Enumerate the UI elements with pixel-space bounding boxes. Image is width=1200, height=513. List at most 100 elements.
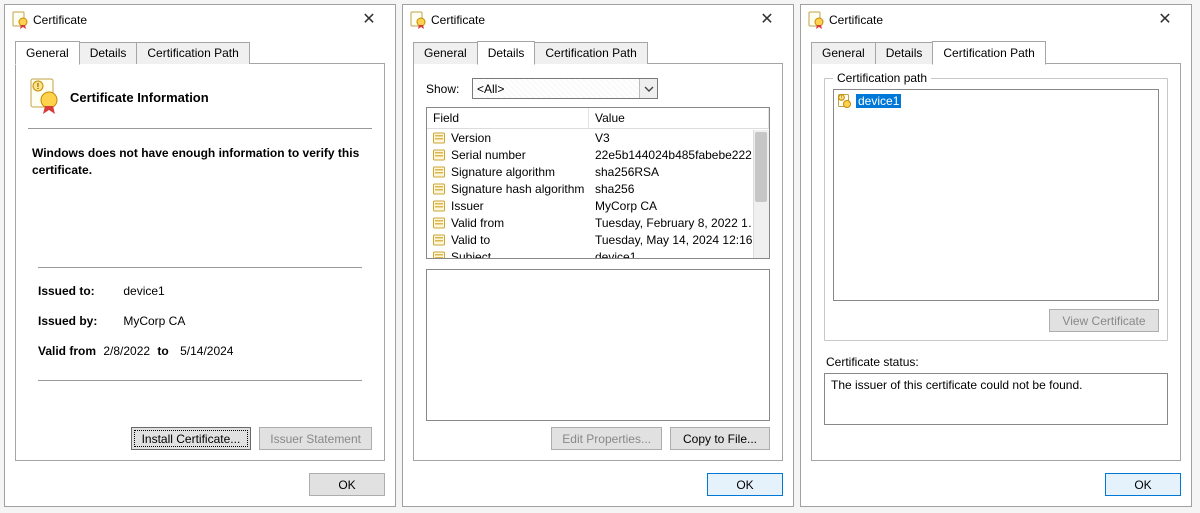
tabstrip: General Details Certification Path [801,41,1191,64]
field-name: Subject [451,250,491,259]
show-filter-row: Show: <All> [426,78,770,99]
fields-listview[interactable]: Field Value Version V3 Serial number 22e5b1… [426,107,770,259]
certificate-status-section: Certificate status: The issuer of this c… [824,353,1168,425]
titlebar: Certificate ✕ [403,5,793,35]
tree-node[interactable]: device1 [836,92,1156,110]
field-value: V3 [589,131,769,145]
certification-path-label: Certification path [833,71,931,85]
issued-by-row: Issued by: MyCorp CA [38,314,362,328]
close-button[interactable]: ✕ [1145,12,1185,28]
list-row[interactable]: Valid from Tuesday, February 8, 2022 12..… [427,214,769,231]
tab-certification-path[interactable]: Certification Path [932,41,1045,65]
dialog-actions: OK [801,465,1191,506]
window-title: Certificate [825,13,1145,27]
dialog-actions: OK [403,465,793,506]
tab-certification-path[interactable]: Certification Path [136,42,249,64]
chevron-down-icon [639,79,657,98]
scrollbar[interactable] [753,130,769,258]
validity-row: Valid from 2/8/2022 to 5/14/2024 [38,344,362,358]
list-row[interactable]: Serial number 22e5b144024b485fabebe222... [427,146,769,163]
certificate-information-label: Certificate Information [70,90,209,105]
field-name: Issuer [451,199,484,213]
show-combobox[interactable]: <All> [472,78,658,99]
tabpage-certification-path: Certification path device1 View Certific… [811,64,1181,461]
issued-to-label: Issued to: [38,284,116,298]
show-label: Show: [426,82,464,96]
issued-by-value: MyCorp CA [119,314,185,328]
divider [38,380,362,381]
list-row[interactable]: Subject device1 [427,248,769,258]
install-certificate-button[interactable]: Install Certificate... [131,427,252,450]
property-icon [433,148,447,162]
property-icon [433,216,447,230]
certificate-dialog-details: Certificate ✕ General Details Certificat… [402,4,794,507]
titlebar: Certificate ✕ [5,5,395,35]
edit-properties-button: Edit Properties... [551,427,662,450]
property-icon [433,182,447,196]
divider [28,128,372,129]
tab-general[interactable]: General [413,42,478,64]
column-field[interactable]: Field [427,108,589,128]
close-button[interactable]: ✕ [747,12,787,28]
verification-warning: Windows does not have enough information… [32,145,368,179]
field-value: Tuesday, February 8, 2022 12... [589,216,769,230]
tabpage-general: Certificate Information Windows does not… [15,64,385,461]
certificate-badge-icon [30,78,60,116]
certificate-icon [11,11,29,29]
tab-details[interactable]: Details [79,42,138,64]
property-icon [433,233,447,247]
field-name: Signature hash algorithm [451,182,584,196]
column-value[interactable]: Value [589,108,769,128]
certificate-warning-icon [838,94,852,108]
valid-to-value: 5/14/2024 [176,344,233,358]
copy-to-file-button[interactable]: Copy to File... [670,427,770,450]
tab-details[interactable]: Details [477,41,536,65]
titlebar: Certificate ✕ [801,5,1191,35]
tab-details[interactable]: Details [875,42,934,64]
ok-button[interactable]: OK [1105,473,1181,496]
tab-general[interactable]: General [811,42,876,64]
details-actions: Edit Properties... Copy to File... [426,421,770,450]
certification-path-group: Certification path device1 View Certific… [824,78,1168,341]
issued-to-row: Issued to: device1 [38,284,362,298]
ok-button[interactable]: OK [309,473,385,496]
field-value: 22e5b144024b485fabebe222... [589,148,769,162]
field-value: MyCorp CA [589,199,769,213]
list-row[interactable]: Issuer MyCorp CA [427,197,769,214]
tabstrip: General Details Certification Path [5,41,395,64]
list-row[interactable]: Signature hash algorithm sha256 [427,180,769,197]
listview-header: Field Value [427,108,769,129]
field-value-textbox[interactable] [426,269,770,421]
field-name: Version [451,131,491,145]
list-row[interactable]: Version V3 [427,129,769,146]
issuer-statement-button: Issuer Statement [259,427,372,450]
listview-body: Version V3 Serial number 22e5b144024b485fab… [427,129,769,258]
field-name: Serial number [451,148,526,162]
certificate-status-box: The issuer of this certificate could not… [824,373,1168,425]
scrollbar-thumb[interactable] [755,132,767,202]
divider [38,267,362,268]
issued-by-label: Issued by: [38,314,116,328]
issued-to-value: device1 [119,284,164,298]
certification-path-tree[interactable]: device1 [833,89,1159,301]
certificate-fields: Issued to: device1 Issued by: MyCorp CA … [28,261,372,391]
tab-certification-path[interactable]: Certification Path [534,42,647,64]
field-value: device1 [589,250,769,259]
property-icon [433,131,447,145]
dialog-actions: OK [5,465,395,506]
field-name: Valid from [451,216,504,230]
show-selected-value: <All> [477,82,504,96]
certificate-status-value: The issuer of this certificate could not… [831,378,1082,392]
close-button[interactable]: ✕ [349,12,389,28]
certificate-icon [807,11,825,29]
tabpage-details: Show: <All> Field Value VersionV3Serial … [413,64,783,461]
valid-from-value: 2/8/2022 [99,344,150,358]
list-row[interactable]: Valid toTuesday, May 14, 2024 12:16... [427,231,769,248]
certificate-icon [409,11,427,29]
ok-button[interactable]: OK [707,473,783,496]
valid-to-label: to [153,344,172,358]
field-value: sha256 [589,182,769,196]
tab-general[interactable]: General [15,41,80,65]
list-row[interactable]: Signature algorithmsha256RSA [427,163,769,180]
property-icon [433,199,447,213]
